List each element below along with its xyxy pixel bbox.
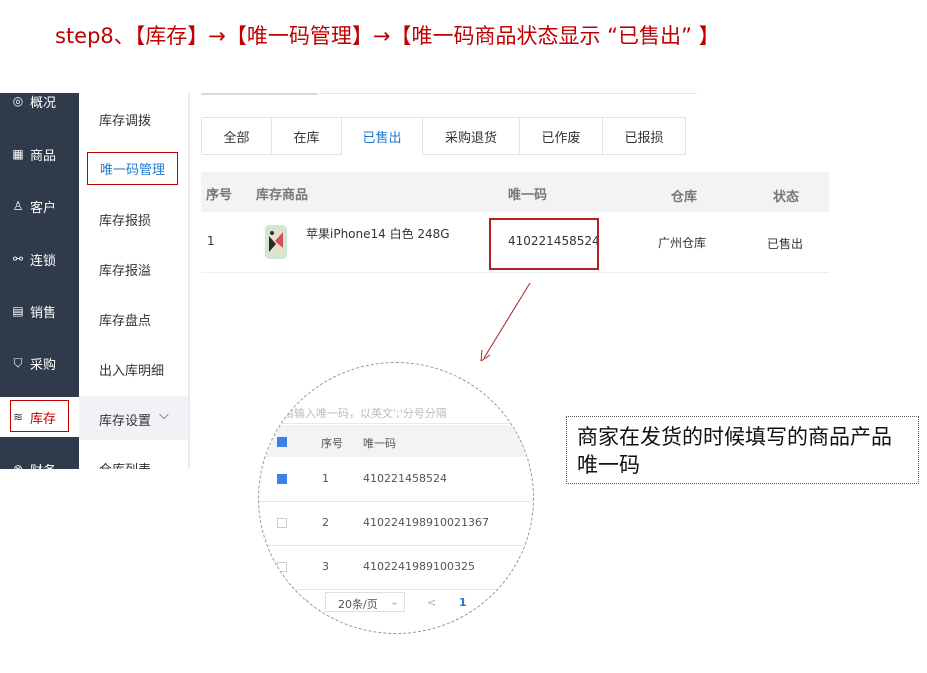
chevron-down-icon: ⌄ xyxy=(390,595,400,608)
page-size-select[interactable]: 20条/页 ⌄ xyxy=(325,592,405,612)
zoom-row-index: 1 xyxy=(322,472,329,485)
zoom-row-index: 2 xyxy=(322,516,329,529)
page-number-button[interactable]: 1 xyxy=(459,596,467,609)
zoom-row-code: 410224198910021367 xyxy=(363,516,489,529)
row-checkbox[interactable] xyxy=(277,518,287,528)
divider xyxy=(259,423,533,424)
code-search-placeholder: 请输入唯一码，以英文';'分号分隔 xyxy=(283,407,447,420)
row-checkbox[interactable] xyxy=(277,562,287,572)
zoom-row-index: 3 xyxy=(322,560,329,573)
zoom-col-code: 唯一码 xyxy=(363,437,396,450)
divider xyxy=(259,589,533,590)
total-count-label: 条 xyxy=(299,598,310,611)
zoom-row-code: 4102241989100325 xyxy=(363,560,475,573)
prev-page-button[interactable]: < xyxy=(427,596,436,609)
divider xyxy=(259,501,533,502)
zoom-table-header: 序号 唯一码 xyxy=(259,425,533,457)
select-all-checkbox[interactable] xyxy=(277,437,287,447)
zoom-row-code: 410221458524 xyxy=(363,472,447,485)
divider xyxy=(259,545,533,546)
zoom-col-index: 序号 xyxy=(321,437,343,450)
zoom-callout: 请输入唯一码，以英文';'分号分隔 序号 唯一码 1 410221458524 … xyxy=(258,362,534,634)
page-size-value: 20条/页 xyxy=(338,598,378,611)
row-checkbox[interactable] xyxy=(277,474,287,484)
annotation-note: 商家在发货的时候填写的商品产品唯一码 xyxy=(566,416,919,484)
